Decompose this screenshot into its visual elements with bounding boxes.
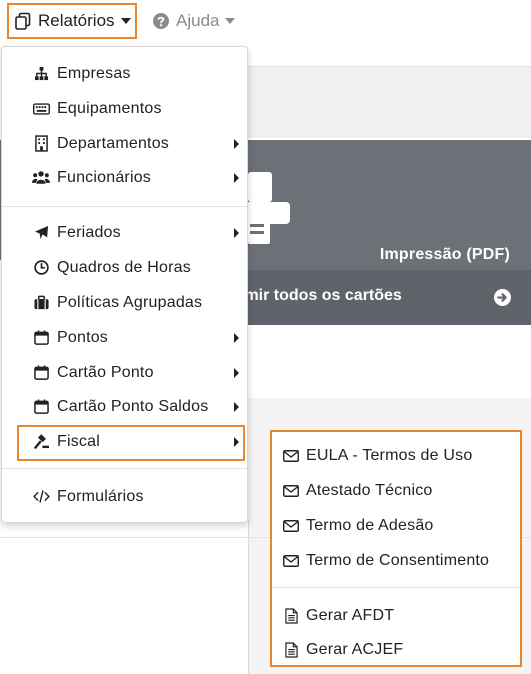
file-text-icon	[282, 641, 300, 659]
divider-line	[248, 520, 249, 674]
caret-right-icon	[234, 138, 239, 149]
menu-item-empresas[interactable]: Empresas	[2, 56, 247, 91]
keyboard-icon	[32, 100, 50, 118]
code-icon	[32, 488, 50, 506]
menu-item-departamentos[interactable]: Departamentos	[2, 126, 247, 161]
nav-relatorios-dropdown[interactable]: Relatórios	[7, 3, 137, 39]
fiscal-submenu: EULA - Termos de Uso Atestado Técnico Te…	[270, 430, 522, 667]
arrow-circle-right-icon[interactable]	[494, 289, 511, 306]
caret-right-icon	[234, 436, 239, 447]
nav-ajuda-dropdown[interactable]: Ajuda	[150, 3, 250, 39]
submenu-item-label: Termo de Adesão	[306, 516, 434, 534]
briefcase-icon	[32, 294, 50, 312]
content-header-bar	[248, 66, 531, 138]
submenu-item-gerar-afdt[interactable]: Gerar AFDT	[272, 598, 520, 633]
submenu-item-gerar-acjef[interactable]: Gerar ACJEF	[272, 632, 520, 667]
caret-right-icon	[234, 332, 239, 343]
submenu-divider	[272, 587, 520, 588]
nav-relatorios-label: Relatórios	[38, 11, 115, 30]
question-circle-icon	[152, 12, 170, 30]
printer-icon	[248, 172, 290, 244]
envelope-icon	[282, 482, 300, 500]
submenu-item-termo-de-consentimento[interactable]: Termo de Consentimento	[272, 543, 520, 578]
calendar-icon	[32, 364, 50, 382]
gavel-icon	[32, 433, 50, 451]
caret-right-icon	[234, 367, 239, 378]
calendar-icon	[32, 329, 50, 347]
menu-item-cartao-ponto[interactable]: Cartão Ponto	[2, 355, 247, 390]
card-title: Impressão (PDF)	[379, 246, 510, 263]
relatorios-menu: Empresas Equipamentos Departamentos Func…	[1, 46, 248, 523]
menu-item-quadros-de-horas[interactable]: Quadros de Horas	[2, 250, 247, 285]
calendar-icon	[32, 398, 50, 416]
menu-item-funcionarios[interactable]: Funcionários	[2, 160, 247, 195]
top-navigation: Relatórios Ajuda	[0, 0, 531, 42]
menu-item-label: Pontos	[57, 328, 109, 346]
submenu-item-label: Termo de Consentimento	[306, 551, 490, 569]
menu-item-equipamentos[interactable]: Equipamentos	[2, 91, 247, 126]
envelope-icon	[282, 552, 300, 570]
caret-right-icon	[234, 172, 239, 183]
menu-item-label: Empresas	[57, 64, 131, 82]
menu-item-label: Quadros de Horas	[57, 258, 191, 276]
clipboard-copy-icon	[14, 12, 32, 30]
menu-item-pontos[interactable]: Pontos	[2, 320, 247, 355]
print-card[interactable]: Impressão (PDF) imir todos os cartões	[240, 140, 531, 325]
menu-item-politicas-agrupadas[interactable]: Políticas Agrupadas	[2, 285, 247, 320]
submenu-item-label: Gerar ACJEF	[306, 640, 404, 658]
nav-ajuda-label: Ajuda	[176, 11, 220, 30]
submenu-item-label: EULA - Termos de Uso	[306, 446, 473, 464]
menu-item-label: Equipamentos	[57, 99, 162, 117]
menu-item-formularios[interactable]: Formulários	[2, 479, 247, 514]
building-icon	[32, 135, 50, 153]
caret-right-icon	[234, 227, 239, 238]
menu-item-label: Fiscal	[57, 432, 100, 450]
submenu-item-eula[interactable]: EULA - Termos de Uso	[272, 438, 520, 473]
caret-down-icon	[225, 18, 236, 24]
menu-item-label: Funcionários	[57, 168, 152, 186]
menu-item-label: Políticas Agrupadas	[57, 293, 203, 311]
print-all-link[interactable]: imir todos os cartões	[240, 287, 402, 305]
menu-divider	[2, 206, 247, 207]
envelope-icon	[282, 517, 300, 535]
menu-item-cartao-ponto-saldos[interactable]: Cartão Ponto Saldos	[2, 389, 247, 424]
submenu-item-termo-de-adesao[interactable]: Termo de Adesão	[272, 508, 520, 543]
sitemap-icon	[32, 65, 50, 83]
menu-item-label: Departamentos	[57, 134, 169, 152]
caret-down-icon	[120, 18, 131, 24]
menu-item-label: Feriados	[57, 223, 121, 241]
menu-item-label: Cartão Ponto Saldos	[57, 397, 209, 415]
submenu-item-label: Atestado Técnico	[306, 481, 433, 499]
menu-item-label: Formulários	[57, 487, 144, 505]
users-icon	[32, 169, 50, 187]
caret-right-icon	[234, 401, 239, 412]
menu-item-fiscal[interactable]: Fiscal	[2, 424, 247, 459]
plane-icon	[32, 224, 50, 242]
envelope-icon	[282, 447, 300, 465]
submenu-item-label: Gerar AFDT	[306, 606, 395, 624]
menu-divider	[2, 468, 247, 469]
file-text-icon	[282, 607, 300, 625]
clock-icon	[32, 259, 50, 277]
submenu-item-atestado-tecnico[interactable]: Atestado Técnico	[272, 473, 520, 508]
menu-item-feriados[interactable]: Feriados	[2, 215, 247, 250]
menu-item-label: Cartão Ponto	[57, 363, 154, 381]
